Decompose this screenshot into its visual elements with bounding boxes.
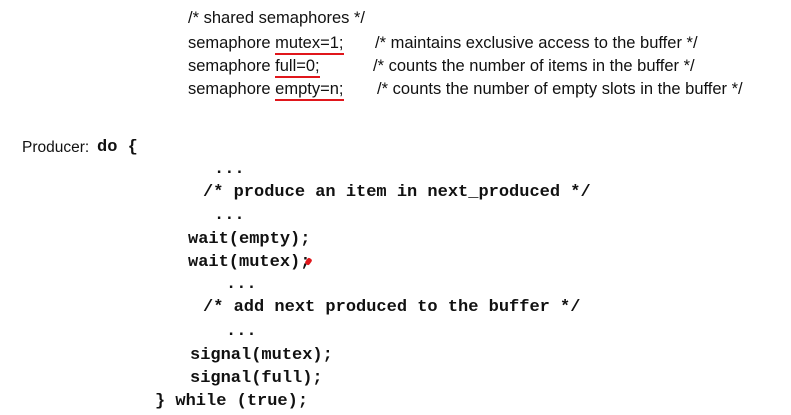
mutex-declaration-line: semaphore mutex=1;	[188, 33, 344, 55]
full-comment: /* counts the number of items in the buf…	[373, 57, 695, 75]
signal-mutex: signal(mutex);	[190, 346, 333, 365]
add-comment: /* add next produced to the buffer */	[203, 298, 581, 317]
mutex-declaration: mutex=1;	[275, 34, 344, 55]
ellipsis-2: ...	[214, 206, 245, 225]
semaphore-keyword: semaphore	[188, 80, 271, 98]
ellipsis-1: ...	[214, 160, 245, 179]
semaphore-keyword: semaphore	[188, 34, 271, 52]
full-declaration-line: semaphore full=0;	[188, 56, 320, 78]
ellipsis-4: ...	[226, 322, 257, 341]
empty-declaration-line: semaphore empty=n;	[188, 79, 344, 101]
full-declaration: full=0;	[275, 57, 320, 78]
producer-label: Producer:	[22, 139, 90, 156]
do-open: do {	[97, 138, 138, 157]
loop-close: } while (true);	[155, 392, 309, 411]
empty-declaration: empty=n;	[275, 80, 344, 101]
wait-empty: wait(empty);	[188, 230, 311, 249]
wait-mutex: wait(mutex);	[188, 253, 311, 272]
ellipsis-3: ...	[226, 275, 257, 294]
empty-comment: /* counts the number of empty slots in t…	[377, 80, 743, 98]
mutex-comment: /* maintains exclusive access to the buf…	[375, 34, 698, 52]
produce-comment: /* produce an item in next_produced */	[203, 183, 591, 202]
semaphore-keyword: semaphore	[188, 57, 271, 75]
signal-full: signal(full);	[190, 369, 323, 388]
shared-semaphores-comment: /* shared semaphores */	[188, 9, 366, 27]
